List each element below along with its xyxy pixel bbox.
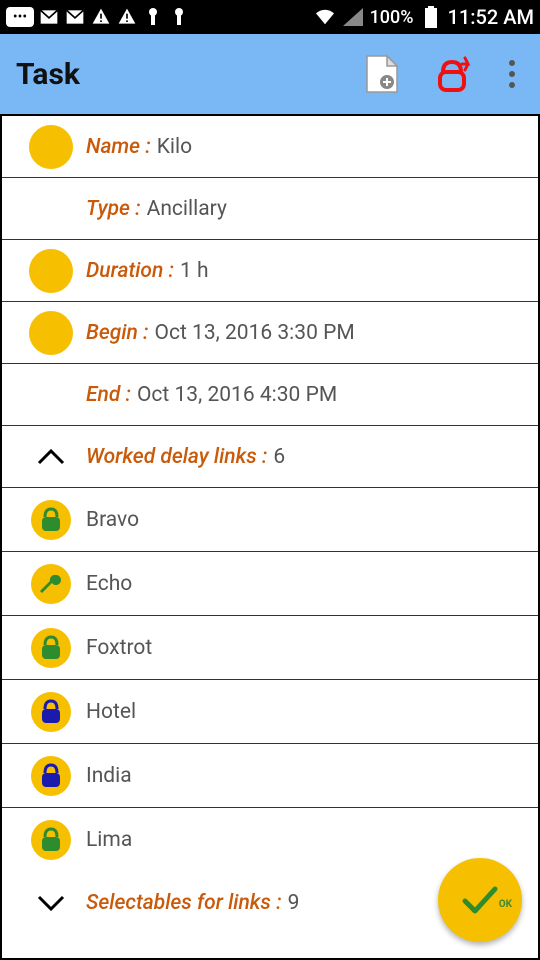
dot-icon: [29, 249, 73, 293]
lock-green-icon: [31, 820, 71, 860]
fab-ok-label: OK: [499, 899, 512, 910]
field-value: 1 h: [180, 259, 209, 283]
chevron-down-icon: [36, 893, 66, 913]
wifi-icon: [314, 6, 336, 28]
notification-more-icon: •••: [6, 7, 34, 27]
field-duration-row[interactable]: Duration : 1 h: [2, 240, 538, 302]
overflow-menu-button[interactable]: [500, 52, 524, 96]
cell-signal-icon: [342, 6, 364, 28]
lock-green-icon: [31, 628, 71, 668]
field-value: Kilo: [157, 135, 192, 159]
field-end-row[interactable]: End : Oct 13, 2016 4:30 PM: [2, 364, 538, 426]
lock-blue-icon: [31, 756, 71, 796]
section-label: Worked delay links :: [86, 445, 267, 469]
mail-icon: [64, 6, 86, 28]
field-label: Duration :: [86, 259, 174, 283]
section-count: 6: [273, 445, 285, 469]
link-name: Lima: [86, 828, 132, 852]
field-begin-row[interactable]: Begin : Oct 13, 2016 3:30 PM: [2, 302, 538, 364]
section-count: 9: [288, 891, 300, 915]
confirm-fab[interactable]: OK: [438, 858, 522, 942]
worked-link-row[interactable]: India: [2, 744, 538, 808]
link-name: Bravo: [86, 508, 139, 532]
battery-icon: [420, 6, 442, 28]
dot-icon: [29, 311, 73, 355]
key-icon: [168, 6, 190, 28]
link-name: Foxtrot: [86, 636, 152, 660]
field-label: End :: [86, 383, 131, 407]
new-document-button[interactable]: [360, 52, 404, 96]
warning-icon: [90, 6, 112, 28]
worked-link-row[interactable]: Hotel: [2, 680, 538, 744]
battery-percent: 100%: [370, 7, 414, 28]
task-detail-list: Name : Kilo Type : Ancillary Duration : …: [0, 114, 540, 960]
field-value: Oct 13, 2016 4:30 PM: [137, 383, 337, 407]
worked-link-row[interactable]: Echo: [2, 552, 538, 616]
field-value: Ancillary: [147, 197, 227, 221]
chevron-up-icon: [36, 447, 66, 467]
link-name: India: [86, 764, 132, 788]
dot-icon: [29, 125, 73, 169]
warning-icon: [116, 6, 138, 28]
wrench-icon: [31, 564, 71, 604]
worked-link-row[interactable]: Foxtrot: [2, 616, 538, 680]
key-icon: [142, 6, 164, 28]
link-name: Hotel: [86, 700, 136, 724]
app-bar: Task: [0, 34, 540, 114]
field-value: Oct 13, 2016 3:30 PM: [155, 321, 355, 345]
check-icon: [457, 877, 503, 923]
mail-icon: [38, 6, 60, 28]
lock-action-button[interactable]: [430, 52, 474, 96]
worked-links-header[interactable]: Worked delay links : 6: [2, 426, 538, 488]
field-label: Type :: [86, 197, 141, 221]
field-label: Name :: [86, 135, 151, 159]
lock-blue-icon: [31, 692, 71, 732]
app-title: Task: [16, 57, 344, 92]
field-type-row[interactable]: Type : Ancillary: [2, 178, 538, 240]
field-name-row[interactable]: Name : Kilo: [2, 116, 538, 178]
link-name: Echo: [86, 572, 132, 596]
status-clock: 11:52 AM: [448, 5, 534, 29]
field-label: Begin :: [86, 321, 149, 345]
section-label: Selectables for links :: [86, 891, 282, 915]
lock-green-icon: [31, 500, 71, 540]
worked-link-row[interactable]: Bravo: [2, 488, 538, 552]
worked-link-row[interactable]: Lima: [2, 808, 538, 872]
android-status-bar: •••: [0, 0, 540, 34]
